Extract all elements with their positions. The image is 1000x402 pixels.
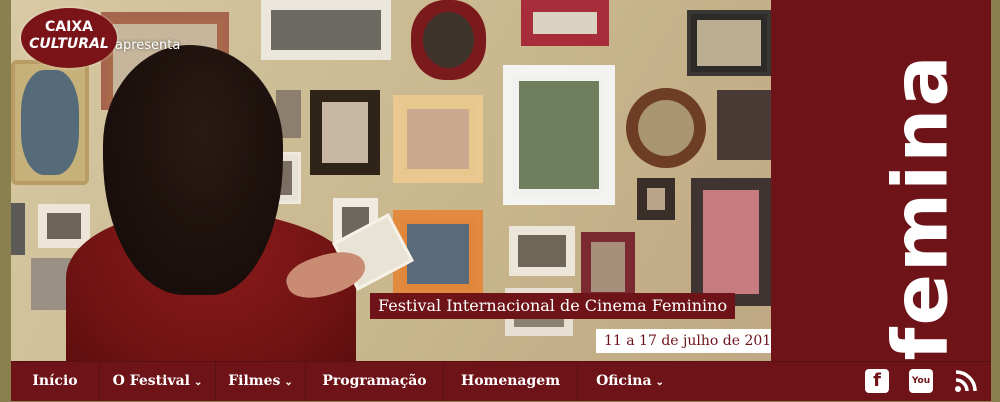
nav-item-o-festival[interactable]: O Festival ⌄ <box>100 362 216 401</box>
nav-item-homenagem[interactable]: Homenagem <box>444 362 578 401</box>
nav-item-filmes[interactable]: Filmes ⌄ <box>216 362 306 401</box>
wall-photo <box>581 232 635 302</box>
chevron-down-icon: ⌄ <box>193 377 203 388</box>
brand-panel: femina <box>771 0 991 361</box>
wall-photo <box>717 90 771 160</box>
youtube-icon[interactable]: You <box>909 369 933 393</box>
wall-photo <box>310 90 380 175</box>
facebook-icon[interactable]: f <box>865 369 889 393</box>
wall-photo <box>411 0 486 80</box>
caixa-cultural-logo[interactable]: CAIXA CULTURAL <box>21 8 117 68</box>
youtube-glyph: You <box>911 376 931 386</box>
nav-item-programacao[interactable]: Programação <box>306 362 444 401</box>
banner-frame: CAIXA CULTURAL apresenta Festival Intern… <box>11 0 991 401</box>
wall-photo <box>503 65 615 205</box>
wall-photo <box>393 95 483 183</box>
logo-line1: CAIXA <box>45 19 93 35</box>
wall-photo <box>31 258 71 310</box>
wall-photo <box>261 0 391 60</box>
wall-photo <box>521 0 609 46</box>
wall-photo <box>11 60 89 185</box>
logo-line2: CULTURAL <box>29 36 109 52</box>
rss-icon[interactable] <box>954 369 978 393</box>
banner-photo: CAIXA CULTURAL apresenta Festival Intern… <box>11 0 771 361</box>
facebook-glyph: f <box>873 370 881 391</box>
wall-photo <box>509 226 575 276</box>
wall-photo <box>11 203 25 255</box>
rss-glyph <box>955 370 977 392</box>
nav-label: O Festival <box>112 373 190 389</box>
nav-label: Programação <box>322 373 427 389</box>
chevron-down-icon: ⌄ <box>284 377 293 388</box>
femina-wordmark[interactable]: femina <box>876 53 965 360</box>
woman-hair <box>103 45 283 295</box>
festival-dates: 11 a 17 de julho de 2011 <box>596 329 771 353</box>
wall-photo <box>687 10 771 76</box>
chevron-down-icon: ⌄ <box>655 377 664 388</box>
nav-label: Homenagem <box>460 373 561 389</box>
wall-photo <box>637 178 675 220</box>
festival-title: Festival Internacional de Cinema Feminin… <box>370 293 736 319</box>
nav-label: Oficina <box>596 373 652 389</box>
nav-item-inicio[interactable]: Início <box>11 362 100 401</box>
logo-tagline: apresenta <box>115 38 181 53</box>
wall-photo <box>38 204 90 248</box>
nav-label: Início <box>32 373 78 389</box>
main-nav: Início O Festival ⌄ Filmes ⌄ Programação H… <box>11 361 991 401</box>
nav-item-oficina[interactable]: Oficina ⌄ <box>578 362 682 401</box>
wall-photo <box>626 88 706 168</box>
wall-photo <box>691 178 771 306</box>
nav-label: Filmes <box>228 373 281 389</box>
